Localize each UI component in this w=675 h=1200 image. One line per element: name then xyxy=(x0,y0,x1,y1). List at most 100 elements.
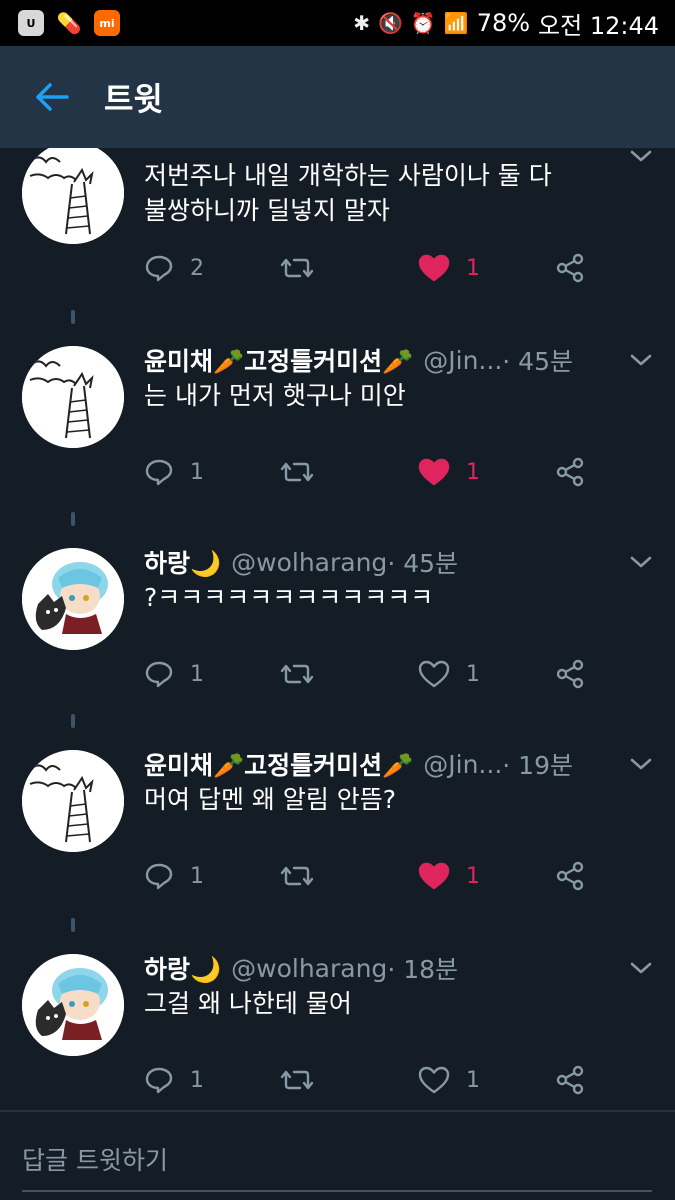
tweet-text: ?ㅋㅋㅋㅋㅋㅋㅋㅋㅋㅋㅋㅋ xyxy=(144,583,434,612)
retweet-icon xyxy=(280,462,314,482)
mute-icon: 🔇 xyxy=(377,11,403,35)
retweet-button[interactable] xyxy=(280,1060,314,1100)
tweet[interactable]: 저번주나 내일 개학하는 사람이나 둘 다 불쌍하니까 딜넣지 말자 2 1 xyxy=(0,148,675,298)
avatar[interactable] xyxy=(22,548,124,650)
tweet-menu-button[interactable] xyxy=(629,956,653,980)
author-handle[interactable]: @wolharang xyxy=(231,548,387,577)
author-handle[interactable]: @wolharang xyxy=(231,954,387,983)
reply-button[interactable]: 1 xyxy=(144,654,204,694)
reply-input[interactable] xyxy=(22,1140,652,1180)
tweet-header: 윤미채🥕고정틀커미션🥕 @Jin... · 45분 xyxy=(144,342,607,378)
like-button[interactable]: 1 xyxy=(418,452,480,492)
author-name[interactable]: 하랑🌙 xyxy=(144,950,221,986)
mi-app-icon: mi xyxy=(94,10,120,36)
avatar[interactable] xyxy=(22,750,124,852)
reply-count: 1 xyxy=(190,863,204,889)
reply-button[interactable]: 1 xyxy=(144,856,204,896)
tweet-actions: 1 1 xyxy=(144,452,604,492)
tweet-time: · 45분 xyxy=(502,347,573,376)
reply-count: 1 xyxy=(190,459,204,485)
retweet-icon xyxy=(280,258,314,278)
tweet-menu-button[interactable] xyxy=(629,550,653,574)
share-button[interactable] xyxy=(554,1060,586,1100)
tweet-header: 하랑🌙 @wolharang · 45분 xyxy=(144,544,607,580)
heart-filled-icon xyxy=(418,862,450,890)
reply-button[interactable]: 2 xyxy=(144,248,204,288)
tweet-text: 는 내가 먼저 햇구나 미안 xyxy=(144,381,406,410)
tweet-time: · 45분 xyxy=(387,549,459,578)
author-handle[interactable]: @Jin... xyxy=(423,750,502,779)
share-icon xyxy=(556,861,584,891)
avatar[interactable] xyxy=(22,954,124,1056)
tweet[interactable]: 윤미채🥕고정틀커미션🥕 @Jin... · 45분 는 내가 먼저 햇구나 미안… xyxy=(0,300,675,502)
reply-count: 1 xyxy=(190,1067,204,1093)
chevron-down-icon xyxy=(630,556,652,568)
share-button[interactable] xyxy=(554,248,586,288)
tweet[interactable]: 하랑🌙 @wolharang · 45분 ?ㅋㅋㅋㅋㅋㅋㅋㅋㅋㅋㅋㅋ 1 1 xyxy=(0,502,675,704)
tweet-menu-button[interactable] xyxy=(629,348,653,372)
retweet-button[interactable] xyxy=(280,248,314,288)
reply-button[interactable]: 1 xyxy=(144,1060,204,1100)
app-notification-icon: U xyxy=(18,10,44,36)
tweet-actions: 1 1 xyxy=(144,856,604,896)
alarm-icon: ⏰ xyxy=(410,11,436,35)
chevron-down-icon xyxy=(630,962,652,974)
like-button[interactable]: 1 xyxy=(418,1060,480,1100)
author-name[interactable]: 하랑🌙 xyxy=(144,544,221,580)
share-button[interactable] xyxy=(554,654,586,694)
pill-icon: 💊 xyxy=(56,11,82,35)
share-icon xyxy=(556,253,584,283)
retweet-icon xyxy=(280,664,314,684)
tweet-header: 윤미채🥕고정틀커미션🥕 @Jin... · 19분 xyxy=(144,746,607,782)
wifi-icon: 📶 xyxy=(443,11,469,35)
like-button[interactable]: 1 xyxy=(418,248,480,288)
reply-count: 1 xyxy=(190,661,204,687)
tweet-text: 머여 답멘 왜 알림 안뜸? xyxy=(144,785,397,814)
like-count: 1 xyxy=(466,1067,480,1093)
thread-connector xyxy=(71,714,75,728)
like-button[interactable]: 1 xyxy=(418,856,480,896)
retweet-icon xyxy=(280,866,314,886)
avatar[interactable] xyxy=(22,148,124,244)
tweet-menu-button[interactable] xyxy=(629,752,653,776)
tweet[interactable]: 윤미채🥕고정틀커미션🥕 @Jin... · 19분 머여 답멘 왜 알림 안뜸?… xyxy=(0,704,675,906)
thread-connector xyxy=(71,918,75,932)
reply-button[interactable]: 1 xyxy=(144,452,204,492)
tweet[interactable]: 하랑🌙 @wolharang · 18분 그걸 왜 나한테 물어 1 1 xyxy=(0,908,675,1110)
heart-icon xyxy=(418,660,450,688)
tweet-text: 그걸 왜 나한테 물어 xyxy=(144,989,352,1018)
retweet-button[interactable] xyxy=(280,856,314,896)
share-icon xyxy=(556,1065,584,1095)
conversation-feed[interactable]: 저번주나 내일 개학하는 사람이나 둘 다 불쌍하니까 딜넣지 말자 2 1 윤… xyxy=(0,148,675,1110)
like-button[interactable]: 1 xyxy=(418,654,480,694)
tweet-time: · 19분 xyxy=(502,751,573,780)
back-button[interactable] xyxy=(0,46,104,148)
retweet-button[interactable] xyxy=(280,654,314,694)
chevron-down-icon xyxy=(630,758,652,770)
author-name[interactable]: 윤미채🥕고정틀커미션🥕 xyxy=(144,746,413,782)
heart-filled-icon xyxy=(418,254,450,282)
tweet-actions: 1 1 xyxy=(144,1060,604,1100)
like-count: 1 xyxy=(466,459,480,485)
heart-icon xyxy=(418,1066,450,1094)
thread-connector xyxy=(71,310,75,324)
retweet-button[interactable] xyxy=(280,452,314,492)
reply-icon xyxy=(145,1067,173,1094)
author-name[interactable]: 윤미채🥕고정틀커미션🥕 xyxy=(144,342,413,378)
reply-composer xyxy=(0,1110,675,1200)
heart-filled-icon xyxy=(418,458,450,486)
tweet-actions: 2 1 xyxy=(144,248,604,288)
like-count: 1 xyxy=(466,863,480,889)
reply-input-underline xyxy=(22,1190,652,1192)
battery-level: 78% xyxy=(476,9,531,37)
system-icons: ✱ 🔇 ⏰ 📶 78% 오전 12:44 xyxy=(353,6,659,41)
avatar[interactable] xyxy=(22,346,124,448)
reply-count: 2 xyxy=(190,255,204,281)
share-button[interactable] xyxy=(554,856,586,896)
thread-connector xyxy=(71,512,75,526)
back-arrow-icon xyxy=(36,83,69,111)
author-handle[interactable]: @Jin... xyxy=(423,346,502,375)
clock: 오전 12:44 xyxy=(538,11,659,40)
like-count: 1 xyxy=(466,661,480,687)
share-button[interactable] xyxy=(554,452,586,492)
